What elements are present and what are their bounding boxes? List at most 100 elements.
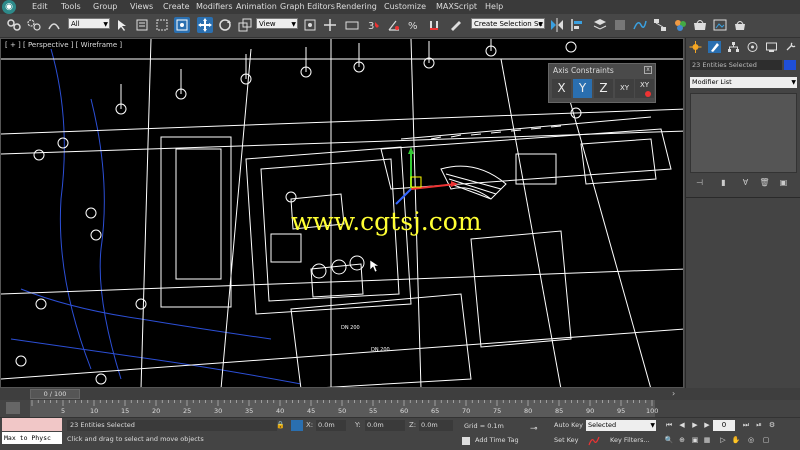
reference-coordinate-dropdown[interactable]: View ▼ <box>256 18 298 29</box>
key-mode-toggle-icon[interactable]: ⏯ <box>753 420 765 431</box>
bind-space-warp-icon[interactable] <box>46 17 62 33</box>
configure-modifier-sets-icon[interactable]: ▣ <box>778 177 789 188</box>
menu-group[interactable]: Group <box>93 2 117 11</box>
motion-tab-icon[interactable] <box>746 41 759 53</box>
object-color-swatch[interactable] <box>784 60 796 70</box>
menu-create[interactable]: Create <box>163 2 190 11</box>
maxscript-listener-mini[interactable] <box>2 418 62 431</box>
zoom-extents-all-icon[interactable]: ▦ <box>701 435 713 446</box>
object-name-field[interactable]: 23 Entities Selected <box>690 60 782 70</box>
menu-tools[interactable]: Tools <box>61 2 81 11</box>
move-gizmo[interactable] <box>395 147 458 205</box>
modify-tab-icon[interactable] <box>708 41 721 53</box>
constrain-y-button[interactable]: Y <box>573 79 592 98</box>
named-selection-dropdown[interactable]: Create Selection Se ▼ <box>471 18 545 29</box>
modifier-stack[interactable] <box>690 93 797 173</box>
time-slider[interactable]: 0 / 100 <box>30 389 80 399</box>
z-coordinate-field[interactable]: 0.0m <box>419 420 453 431</box>
unlink-icon[interactable] <box>26 17 42 33</box>
render-production-icon[interactable] <box>732 17 748 33</box>
add-time-tag-button[interactable]: Add Time Tag <box>475 436 519 444</box>
modifier-list-dropdown[interactable]: Modifier List ▼ <box>690 77 797 88</box>
menu-modifiers[interactable]: Modifiers <box>196 2 233 11</box>
menu-help[interactable]: Help <box>485 2 503 11</box>
rendered-frame-window-icon[interactable] <box>712 17 728 33</box>
current-frame-field[interactable]: 0 <box>713 420 735 431</box>
auto-key-button[interactable]: Auto Key <box>554 420 584 431</box>
display-tab-icon[interactable] <box>765 41 778 53</box>
pan-view-icon[interactable]: ✋ <box>730 435 742 446</box>
mirror-icon[interactable] <box>549 17 565 33</box>
zoom-icon[interactable]: 🔍 <box>663 435 675 446</box>
graphite-modeling-icon[interactable] <box>612 17 628 33</box>
zoom-all-icon[interactable]: ⊕ <box>676 435 688 446</box>
menu-graph-editors[interactable]: Graph Editors <box>280 2 335 11</box>
constrain-x-button[interactable]: X <box>552 79 571 98</box>
menu-customize[interactable]: Customize <box>384 2 426 11</box>
render-setup-icon[interactable] <box>692 17 708 33</box>
orbit-icon[interactable]: ◎ <box>745 435 757 446</box>
close-icon[interactable]: x <box>644 66 652 74</box>
menu-edit[interactable]: Edit <box>32 2 48 11</box>
menu-animation[interactable]: Animation <box>236 2 277 11</box>
selection-lock-icon[interactable]: 🔒 <box>276 421 285 430</box>
angle-snap-icon[interactable] <box>386 17 402 33</box>
default-in-out-tangents-icon[interactable] <box>588 436 600 446</box>
show-end-result-icon[interactable]: ▮ <box>718 177 729 188</box>
constrain-z-button[interactable]: Z <box>594 79 613 98</box>
field-of-view-icon[interactable]: ▷ <box>717 435 729 446</box>
select-by-name-icon[interactable] <box>134 17 150 33</box>
maximize-viewport-icon[interactable]: ▢ <box>760 435 772 446</box>
link-icon[interactable] <box>6 17 22 33</box>
hierarchy-tab-icon[interactable] <box>727 41 740 53</box>
go-to-end-icon[interactable]: ⏭ <box>740 420 752 431</box>
set-keys-icon[interactable]: ⊸ <box>530 424 550 434</box>
utilities-tab-icon[interactable] <box>784 41 797 53</box>
key-mode-dropdown[interactable]: Selected ▼ <box>586 420 656 431</box>
select-and-move-icon[interactable] <box>197 17 213 33</box>
next-frame-icon[interactable]: › <box>672 389 682 399</box>
align-icon[interactable] <box>569 17 585 33</box>
viewport-label[interactable]: [ + ] [ Perspective ] [ Wireframe ] <box>5 41 122 49</box>
previous-frame-icon[interactable]: ◀ <box>676 420 688 431</box>
percent-snap-icon[interactable]: % <box>406 17 422 33</box>
keyboard-shortcut-icon[interactable] <box>344 17 360 33</box>
pin-stack-icon[interactable]: ⊣ <box>694 177 705 188</box>
x-coordinate-field[interactable]: 0.0m <box>316 420 346 431</box>
select-and-rotate-icon[interactable] <box>217 17 233 33</box>
maxscript-input[interactable]: Max to Physc <box>2 432 62 444</box>
play-icon[interactable]: ▶ <box>689 420 701 431</box>
go-to-start-icon[interactable]: ⏮ <box>663 420 675 431</box>
make-unique-icon[interactable]: ∀ <box>740 177 751 188</box>
select-and-scale-icon[interactable] <box>237 17 253 33</box>
snap-toggle-icon[interactable]: 3 <box>366 17 382 33</box>
next-frame-button-icon[interactable]: ▶ <box>701 420 713 431</box>
rectangular-selection-icon[interactable] <box>154 17 170 33</box>
constrain-xy-button[interactable]: XY <box>615 79 634 98</box>
select-object-icon[interactable] <box>114 17 130 33</box>
spinner-snap-icon[interactable] <box>426 17 442 33</box>
window-crossing-icon[interactable] <box>174 17 190 33</box>
menu-rendering[interactable]: Rendering <box>336 2 377 11</box>
key-filters-button[interactable]: Key Filters... <box>602 435 656 446</box>
select-manipulate-icon[interactable] <box>322 17 338 33</box>
remove-modifier-icon[interactable]: 🗑 <box>759 177 770 188</box>
curve-editor-icon[interactable] <box>632 17 648 33</box>
menu-views[interactable]: Views <box>130 2 153 11</box>
create-tab-icon[interactable] <box>689 41 702 53</box>
app-logo-icon[interactable]: ◉ <box>2 0 16 14</box>
selection-filter-dropdown[interactable]: All ▼ <box>68 18 110 29</box>
zoom-extents-icon[interactable]: ▣ <box>689 435 701 446</box>
material-editor-icon[interactable] <box>672 17 688 33</box>
time-configuration-icon[interactable]: ⚙ <box>766 420 778 431</box>
menu-maxscript[interactable]: MAXScript <box>436 2 477 11</box>
constrain-xy-plane-button[interactable]: XY <box>635 79 654 98</box>
y-coordinate-field[interactable]: 0.0m <box>365 420 405 431</box>
layer-manager-icon[interactable] <box>592 17 608 33</box>
mini-curve-editor-icon[interactable] <box>6 402 20 414</box>
schematic-view-icon[interactable] <box>652 17 668 33</box>
pivot-center-icon[interactable] <box>302 17 318 33</box>
edit-named-selection-icon[interactable] <box>448 17 464 33</box>
absolute-mode-transform-icon[interactable] <box>291 420 303 431</box>
set-key-button[interactable]: Set Key <box>554 435 584 446</box>
